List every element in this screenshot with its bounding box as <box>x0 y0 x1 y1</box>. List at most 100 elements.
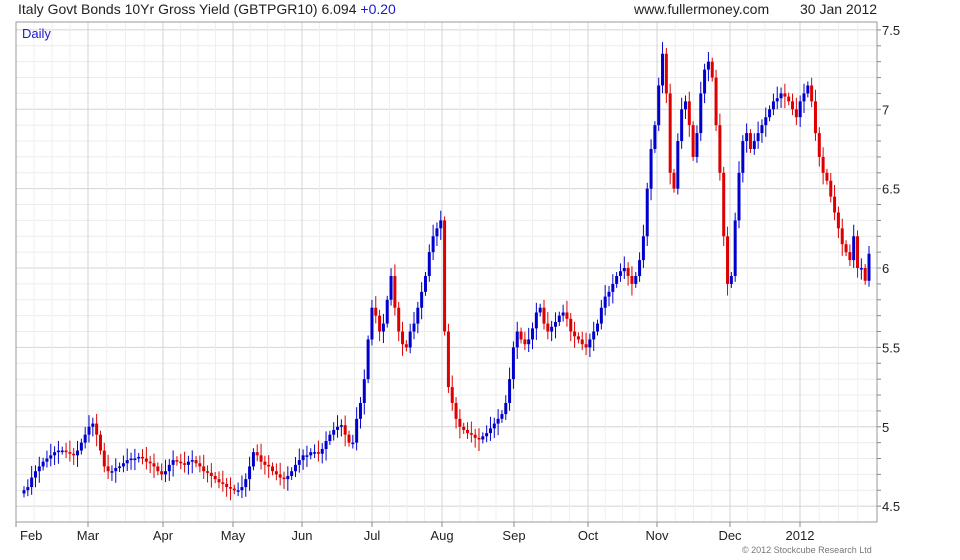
y-tick-label: 7 <box>882 102 889 117</box>
price-bar-body <box>557 315 561 322</box>
price-bar-body <box>232 488 236 491</box>
price-bar-body <box>492 423 496 429</box>
price-bar-body <box>76 450 80 456</box>
price-bar-body <box>661 53 665 86</box>
price-bar-body <box>374 307 378 316</box>
x-tick-label: Jun <box>292 528 313 543</box>
price-bar-body <box>137 456 141 459</box>
price-bars <box>22 42 871 501</box>
price-bar-body <box>45 458 49 462</box>
price-bar-body <box>787 96 791 102</box>
price-bar-body <box>209 472 213 476</box>
price-bar-body <box>634 275 638 284</box>
x-tick-label: Mar <box>77 528 100 543</box>
price-bar-body <box>714 77 718 126</box>
price-bar-body <box>764 117 768 126</box>
price-bar-body <box>236 490 240 492</box>
price-bar-body <box>297 460 301 465</box>
price-bar-body <box>561 312 565 316</box>
price-bar-body <box>228 487 232 489</box>
price-bar-body <box>217 479 221 483</box>
price-bar-body <box>259 455 263 462</box>
price-bar-body <box>592 331 596 340</box>
price-bar-body <box>293 464 297 472</box>
price-bar-body <box>347 434 351 443</box>
price-bar-body <box>244 479 248 488</box>
price-bar-body <box>49 455 53 459</box>
price-bar-body <box>699 93 703 134</box>
price-bar-body <box>599 307 603 324</box>
price-bar-body <box>511 347 515 380</box>
price-bar-body <box>833 196 837 213</box>
price-bar-body <box>791 101 795 110</box>
price-bar-body <box>141 456 145 459</box>
price-bar-body <box>114 468 118 472</box>
price-bar-body <box>664 53 668 94</box>
price-bar-body <box>313 452 317 454</box>
price-bar-body <box>163 471 167 475</box>
price-bar-body <box>129 458 133 461</box>
price-bar-body <box>267 464 271 467</box>
x-tick-label: 2012 <box>786 528 815 543</box>
price-bar-body <box>672 172 676 189</box>
x-tick-label: Sep <box>502 528 525 543</box>
y-tick-label: 7.5 <box>882 23 900 38</box>
price-bar-body <box>274 471 278 475</box>
price-bar-body <box>523 339 527 345</box>
price-bar-body <box>500 414 504 419</box>
price-bar-body <box>729 275 733 284</box>
copyright-notice: © 2012 Stockcube Research Ltd <box>742 545 872 555</box>
price-bar-body <box>680 109 684 142</box>
price-bar-body <box>95 423 99 435</box>
price-bar-body <box>852 236 856 261</box>
price-bar-body <box>286 475 290 480</box>
price-bar-body <box>206 471 210 473</box>
price-bar-body <box>580 339 584 345</box>
price-bar-body <box>404 344 408 348</box>
price-bar-body <box>160 471 164 475</box>
price-bar-body <box>771 101 775 110</box>
price-bar-body <box>225 483 229 488</box>
price-bar-body <box>121 463 125 467</box>
price-bar-body <box>504 402 508 415</box>
price-bar-body <box>98 434 102 451</box>
price-bar-body <box>810 85 814 102</box>
price-bar-body <box>408 331 412 348</box>
price-bar-body <box>152 463 156 467</box>
price-bar-body <box>133 458 137 461</box>
price-bar-body <box>381 323 385 332</box>
price-bar-body <box>622 268 626 272</box>
price-bar-body <box>175 460 179 462</box>
price-bar-body <box>72 453 76 456</box>
price-bar-body <box>496 418 500 424</box>
price-bar-body <box>657 85 661 126</box>
price-bar-body <box>87 426 91 435</box>
price-bar-body <box>431 236 435 253</box>
y-tick-label: 5 <box>882 420 889 435</box>
price-bar-body <box>649 148 653 189</box>
price-bar-body <box>596 323 600 332</box>
price-bar-body <box>106 466 110 472</box>
price-bar-body <box>748 133 752 149</box>
x-tick-label: May <box>221 528 246 543</box>
price-bar-body <box>37 466 41 472</box>
price-bar-body <box>328 434 332 442</box>
price-bar-body <box>60 450 64 453</box>
y-tick-label: 6.5 <box>882 182 900 197</box>
chart-grid <box>15 22 877 522</box>
price-bar-body <box>462 426 466 430</box>
price-bar-body <box>420 291 424 308</box>
price-bar-body <box>645 188 649 237</box>
x-tick-label: Jul <box>364 528 381 543</box>
price-bar-body <box>542 307 546 324</box>
price-bar-body <box>641 236 645 261</box>
price-bar-body <box>148 461 152 464</box>
price-bar-body <box>726 236 730 284</box>
price-bar-body <box>416 307 420 324</box>
price-bar-body <box>745 133 749 142</box>
price-bar-body <box>355 418 359 443</box>
price-bar-body <box>718 125 722 173</box>
price-bar-body <box>370 307 374 340</box>
price-bar-body <box>435 228 439 237</box>
price-bar-body <box>393 275 397 308</box>
